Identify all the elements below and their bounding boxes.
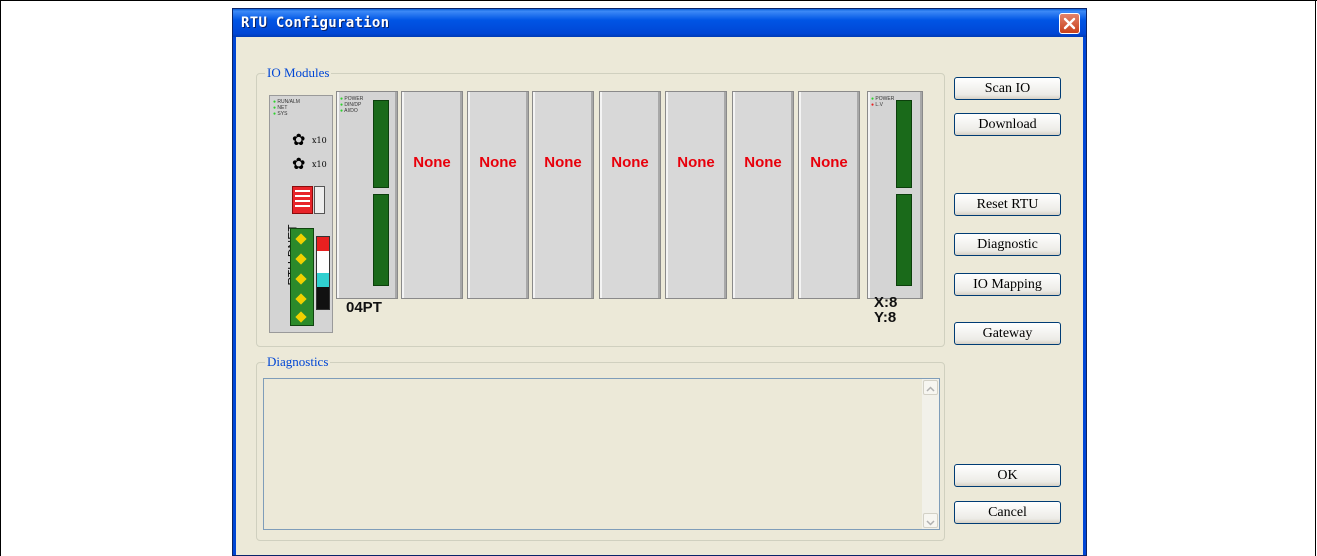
rtu-configuration-dialog: RTU Configuration IO Modules ● RUN/ALM ●…	[232, 8, 1087, 556]
scroll-up-button[interactable]	[923, 380, 938, 395]
outer-frame-top	[0, 0, 1317, 1]
io-slot-empty[interactable]: None	[599, 91, 661, 299]
slot-status: None	[677, 154, 715, 171]
gateway-button[interactable]: Gateway	[954, 322, 1061, 345]
rotary-switch-icon[interactable]: ✿	[292, 132, 305, 148]
head-led-label: SYS	[277, 111, 288, 117]
slot-status: None	[544, 154, 582, 171]
io-slot-empty[interactable]: None	[732, 91, 794, 299]
ok-button[interactable]: OK	[954, 464, 1061, 487]
io-slot-empty[interactable]: None	[401, 91, 463, 299]
diagnostic-button[interactable]: Diagnostic	[954, 233, 1061, 256]
download-button[interactable]: Download	[954, 113, 1061, 136]
terminal-block-icon	[373, 194, 389, 286]
close-icon	[1063, 17, 1076, 30]
terminal-block-icon	[896, 194, 912, 286]
cancel-button[interactable]: Cancel	[954, 501, 1061, 524]
diagnostics-scrollbar[interactable]	[922, 379, 939, 529]
module-led-label: L.V	[875, 102, 883, 108]
slot-status: None	[744, 154, 782, 171]
network-connector-icon	[290, 228, 314, 326]
dip-switch-scale	[314, 186, 325, 214]
io-modules-legend: IO Modules	[265, 65, 332, 81]
close-button[interactable]	[1059, 13, 1080, 34]
io-mapping-button[interactable]: IO Mapping	[954, 273, 1061, 296]
scroll-down-button[interactable]	[923, 513, 938, 528]
terminal-block-icon	[896, 100, 912, 188]
rtu-dnet-head-module[interactable]: ● RUN/ALM ● NET ● SYS ✿ x10 ✿ x10 RTU-DN…	[269, 95, 333, 333]
io-slot-empty[interactable]: None	[665, 91, 727, 299]
module-label-y: Y:8	[874, 309, 897, 326]
diagnostics-textarea[interactable]	[263, 378, 940, 530]
slot-status: None	[413, 154, 451, 171]
scroll-up-arrow-icon	[926, 386, 935, 392]
outer-frame-left	[0, 0, 1, 556]
window-border-left	[233, 37, 236, 555]
io-module-04pt[interactable]: ● POWER ● DIN/DP ● AI/DO	[336, 91, 398, 299]
status-indicator-bar	[316, 236, 330, 310]
window-title: RTU Configuration	[241, 15, 390, 31]
slot-status: None	[611, 154, 649, 171]
window-border-right	[1083, 37, 1086, 555]
io-slot-empty[interactable]: None	[798, 91, 860, 299]
end-led-list: ● POWER ● L.V	[871, 96, 895, 108]
reset-rtu-button[interactable]: Reset RTU	[954, 193, 1061, 216]
head-led-list: ● RUN/ALM ● NET ● SYS	[273, 99, 300, 117]
slot-status: None	[810, 154, 848, 171]
scan-io-button[interactable]: Scan IO	[954, 77, 1061, 100]
io-slot-empty[interactable]: None	[532, 91, 594, 299]
dip-switch-icon[interactable]	[292, 186, 313, 214]
module-led-list: ● POWER ● DIN/DP ● AI/DO	[340, 96, 364, 114]
rotary-switch-icon[interactable]: ✿	[292, 156, 305, 172]
rotary-switch-label: x10	[312, 160, 327, 169]
io-slot-empty[interactable]: None	[467, 91, 529, 299]
title-bar: RTU Configuration	[233, 9, 1086, 37]
slot-status: None	[479, 154, 517, 171]
module-label-x: X:8	[874, 294, 898, 311]
scroll-down-arrow-icon	[926, 520, 935, 526]
outer-frame-right	[1315, 0, 1316, 556]
terminal-block-icon	[373, 100, 389, 188]
module-label-04pt: 04PT	[346, 299, 382, 316]
io-module-end[interactable]: ● POWER ● L.V	[867, 91, 923, 299]
rotary-switch-label: x10	[312, 136, 327, 145]
module-led-label: AI/DO	[344, 108, 358, 114]
diagnostics-legend: Diagnostics	[265, 354, 331, 370]
